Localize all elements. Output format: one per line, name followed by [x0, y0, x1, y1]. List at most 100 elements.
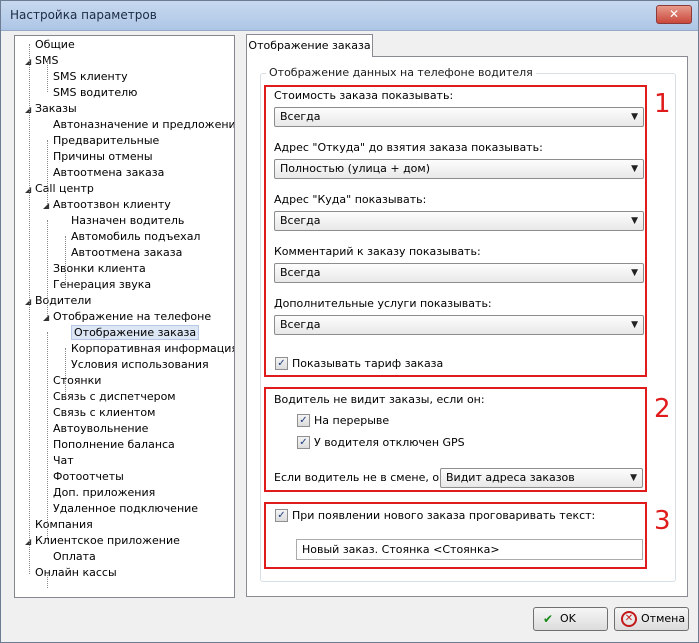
show-tariff-label: Показывать тариф заказа: [292, 357, 444, 370]
close-button[interactable]: ✕: [656, 5, 692, 24]
tree-item-label: Предварительные: [53, 134, 160, 147]
driver-hidden-heading: Водитель не видит заказы, если он:: [274, 393, 485, 406]
tree-item-label: Заказы: [35, 102, 77, 115]
show-tariff-checkbox[interactable]: ✓: [275, 356, 288, 370]
on-break-row[interactable]: ✓ На перерыве: [297, 413, 389, 429]
comment-select[interactable]: Всегда ▼: [274, 263, 644, 283]
gps-off-label: У водителя отключен GPS: [314, 436, 465, 449]
tree-item[interactable]: ◢ Отображение на телефоне: [43, 309, 211, 325]
tree-item[interactable]: Назначен водитель: [61, 213, 184, 229]
tree-item-label: Автоувольнение: [53, 422, 149, 435]
announce-row[interactable]: ✓ При появлении нового заказа проговарива…: [275, 508, 595, 524]
extra-services-select[interactable]: Всегда ▼: [274, 315, 644, 335]
tree-item[interactable]: Онлайн кассы: [25, 565, 117, 581]
tree-item-label: Пополнение баланса: [53, 438, 175, 451]
from-address-select[interactable]: Полностью (улица + дом) ▼: [274, 159, 644, 179]
not-in-shift-value: Видит адреса заказов: [446, 471, 575, 484]
tree-item[interactable]: Общие: [25, 37, 75, 53]
tree-item-label: Условия использования: [71, 358, 209, 371]
tree-item[interactable]: Пополнение баланса: [43, 437, 175, 453]
tree-item[interactable]: ◢ Клиентское приложение: [25, 533, 180, 549]
cancel-label: Отмена: [641, 612, 686, 625]
tree-guide-line: [47, 220, 48, 316]
tree-item-label: Причины отмены: [53, 150, 153, 163]
not-in-shift-select[interactable]: Видит адреса заказов ▼: [440, 468, 643, 488]
tree-item-label: Отображение на телефоне: [53, 310, 212, 323]
ok-label: OK: [560, 612, 576, 625]
tree-item[interactable]: Звонки клиента: [43, 261, 146, 277]
tree-item-label: Доп. приложения: [53, 486, 156, 499]
announce-text-input[interactable]: Новый заказ. Стоянка <Стоянка>: [296, 539, 643, 560]
expand-arrow-icon[interactable]: ◢: [43, 310, 53, 326]
tree-item-label: Чат: [53, 454, 74, 467]
tree-item-label: SMS водителю: [53, 86, 138, 99]
from-address-label: Адрес "Откуда" до взятия заказа показыва…: [274, 141, 543, 154]
tree-item-label: Оплата: [53, 550, 96, 563]
tree-item[interactable]: Оплата: [43, 549, 96, 565]
settings-tree[interactable]: Общие ◢ SMS SMS клиенту SMS водителю ◢ Заказы А…: [14, 35, 235, 598]
order-cost-select[interactable]: Всегда ▼: [274, 107, 644, 127]
tree-item-label: Клиентское приложение: [35, 534, 180, 547]
tree-guide-line: [47, 332, 48, 540]
from-address-value: Полностью (улица + дом): [280, 162, 430, 175]
on-break-label: На перерыве: [314, 414, 390, 427]
show-tariff-row[interactable]: ✓ Показывать тариф заказа: [275, 356, 443, 372]
tree-item[interactable]: SMS клиенту: [43, 69, 128, 85]
tree-item[interactable]: Компания: [25, 517, 93, 533]
tree-guide-line: [47, 572, 48, 588]
to-address-value: Всегда: [280, 214, 321, 227]
expand-arrow-icon[interactable]: ◢: [25, 54, 35, 70]
tree-item[interactable]: Автомобиль подъехал: [61, 229, 200, 245]
tree-item[interactable]: ◢ Call центр: [25, 181, 94, 197]
tree-item[interactable]: Условия использования: [61, 357, 209, 373]
tab-order-display[interactable]: Отображение заказа: [246, 34, 373, 57]
tree-item[interactable]: Автоотмена заказа: [61, 245, 182, 261]
tree-item[interactable]: Удаленное подключение: [43, 501, 198, 517]
gps-off-checkbox[interactable]: ✓: [297, 435, 310, 449]
tree-item[interactable]: ◢ Водители: [25, 293, 91, 309]
check-icon: ✓: [277, 357, 286, 369]
annotation-number-1: 1: [654, 89, 671, 119]
close-icon: ✕: [668, 7, 680, 21]
cancel-button[interactable]: ✕ Отмена: [614, 607, 689, 631]
tree-item[interactable]: Корпоративная информация: [61, 341, 234, 357]
tree-item[interactable]: Доп. приложения: [43, 485, 155, 501]
annotation-number-2: 2: [654, 394, 671, 424]
expand-arrow-icon[interactable]: ◢: [25, 534, 35, 550]
tree-item[interactable]: Связь с клиентом: [43, 405, 155, 421]
title-bar[interactable]: Настройка параметров ✕: [1, 1, 698, 31]
tree-item[interactable]: ◢ Заказы: [25, 101, 77, 117]
tree-item[interactable]: Причины отмены: [43, 149, 153, 165]
expand-arrow-icon[interactable]: ◢: [43, 198, 53, 214]
tree-item[interactable]: Автоувольнение: [43, 421, 148, 437]
tree-item[interactable]: ◢ Автоотзвон клиенту: [43, 197, 171, 213]
tree-item-label: Генерация звука: [53, 278, 152, 291]
check-icon: ✓: [277, 509, 286, 521]
gps-off-row[interactable]: ✓ У водителя отключен GPS: [297, 435, 465, 451]
tree-item-label: Автомобиль подъехал: [71, 230, 201, 243]
announce-checkbox[interactable]: ✓: [275, 508, 288, 522]
tree-item[interactable]: Связь с диспетчером: [43, 389, 176, 405]
tree-item[interactable]: Автоназначение и предложение: [43, 117, 234, 133]
tree-item-label: Стоянки: [53, 374, 102, 387]
tree-item-label: Водители: [35, 294, 92, 307]
tree-item[interactable]: ◢ SMS: [25, 53, 58, 69]
tree-guide-line: [47, 140, 48, 204]
not-in-shift-label: Если водитель не в смене, он:: [274, 471, 450, 484]
expand-arrow-icon[interactable]: ◢: [25, 182, 35, 198]
to-address-select[interactable]: Всегда ▼: [274, 211, 644, 231]
order-cost-label: Стоимость заказа показывать:: [274, 89, 454, 102]
ok-button[interactable]: ✔ OK: [533, 607, 608, 631]
on-break-checkbox[interactable]: ✓: [297, 413, 310, 427]
expand-arrow-icon[interactable]: ◢: [25, 294, 35, 310]
expand-arrow-icon[interactable]: ◢: [25, 102, 35, 118]
tree-item[interactable]: Генерация звука: [43, 277, 151, 293]
tree-item[interactable]: Стоянки: [43, 373, 101, 389]
tree-item[interactable]: Фотоотчеты: [43, 469, 124, 485]
tree-item[interactable]: Отображение заказа: [61, 325, 200, 341]
tree-item[interactable]: Предварительные: [43, 133, 159, 149]
tree-item-label: Автоотмена заказа: [71, 246, 183, 259]
tree-item-label: SMS клиенту: [53, 70, 128, 83]
tree-item[interactable]: Автоотмена заказа: [43, 165, 164, 181]
tree-item[interactable]: SMS водителю: [43, 85, 137, 101]
